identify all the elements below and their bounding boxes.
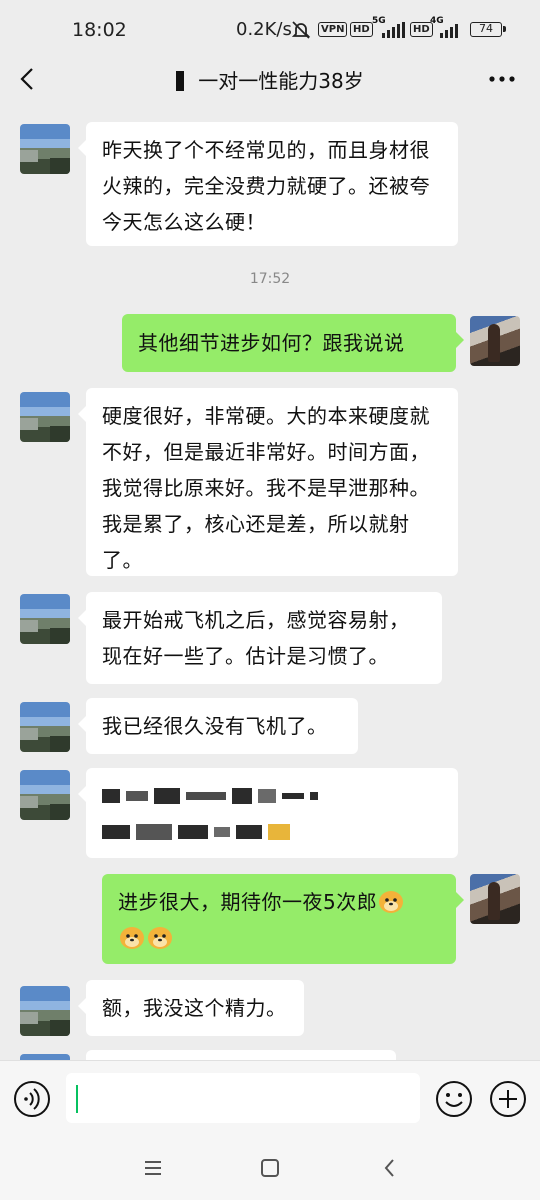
message-bubble-own[interactable]: 进步很大，期待你一夜5次郎 — [102, 874, 464, 964]
plus-icon[interactable] — [488, 1079, 528, 1119]
redacted-text-line — [102, 778, 442, 814]
redacted-text-line — [102, 814, 442, 850]
redacted-name-block — [176, 71, 185, 91]
contact-avatar[interactable] — [20, 124, 70, 174]
doge-emoji-icon — [148, 927, 172, 949]
signal-icon — [382, 22, 405, 38]
message-bubble[interactable]: 我已经很久没有飞机了。 — [78, 698, 358, 754]
home-icon[interactable] — [258, 1156, 282, 1180]
message-text: 进步很大，期待你一夜5次郎 — [118, 890, 378, 914]
system-navigation-bar — [0, 1136, 540, 1200]
contact-avatar[interactable] — [20, 986, 70, 1036]
menu-icon[interactable] — [141, 1156, 165, 1180]
network-speed: 0.2K/s — [236, 19, 292, 40]
text-caret — [76, 1085, 78, 1113]
message-input[interactable] — [66, 1073, 420, 1123]
status-time: 18:02 — [72, 19, 127, 41]
hd-badge: HD — [350, 22, 373, 37]
vpn-badge: VPN — [318, 22, 348, 37]
chat-title-text: 一对一性能力38岁 — [198, 69, 364, 93]
message-bubble-partial[interactable] — [86, 1050, 396, 1060]
contact-avatar[interactable] — [20, 702, 70, 752]
contact-avatar[interactable] — [20, 392, 70, 442]
message-bubble[interactable]: 最开始戒飞机之后，感觉容易射，现在好一些了。估计是习惯了。 — [78, 592, 442, 684]
doge-emoji-icon — [120, 927, 144, 949]
contact-avatar[interactable] — [20, 770, 70, 820]
my-avatar[interactable] — [470, 874, 520, 924]
redacted-message-bubble[interactable] — [78, 768, 458, 858]
my-avatar[interactable] — [470, 316, 520, 366]
contact-avatar[interactable] — [20, 594, 70, 644]
message-bubble-own[interactable]: 其他细节进步如何？跟我说说 — [122, 314, 464, 372]
battery-icon: 74 — [470, 22, 506, 37]
message-bubble[interactable]: 额，我没这个精力。 — [78, 980, 304, 1036]
message-bubble[interactable]: 昨天换了个不经常见的，而且身材很火辣的，完全没费力就硬了。还被夸今天怎么这么硬！ — [78, 122, 458, 246]
doge-emoji-icon — [379, 891, 404, 913]
chat-message-list[interactable]: 昨天换了个不经常见的，而且身材很火辣的，完全没费力就硬了。还被夸今天怎么这么硬！… — [0, 108, 540, 1060]
signal-icon-2 — [440, 24, 458, 38]
message-timestamp: 17:52 — [249, 271, 291, 287]
message-bubble[interactable]: 硬度很好，非常硬。大的本来硬度就不好，但是最近非常好。时间方面，我觉得比原来好。… — [78, 388, 458, 576]
emoji-icon[interactable] — [434, 1079, 474, 1119]
mute-bell-icon — [291, 21, 311, 39]
status-bar: 18:02 0.2K/s VPN HD 5G HD 4G 74 — [0, 0, 540, 60]
input-bar — [0, 1060, 540, 1136]
chat-header: 一对一性能力38岁 — [0, 52, 540, 108]
back-nav-icon[interactable] — [378, 1156, 402, 1180]
more-options-icon[interactable] — [486, 64, 518, 94]
voice-input-icon[interactable] — [12, 1079, 52, 1119]
chat-title: 一对一性能力38岁 — [0, 65, 540, 94]
